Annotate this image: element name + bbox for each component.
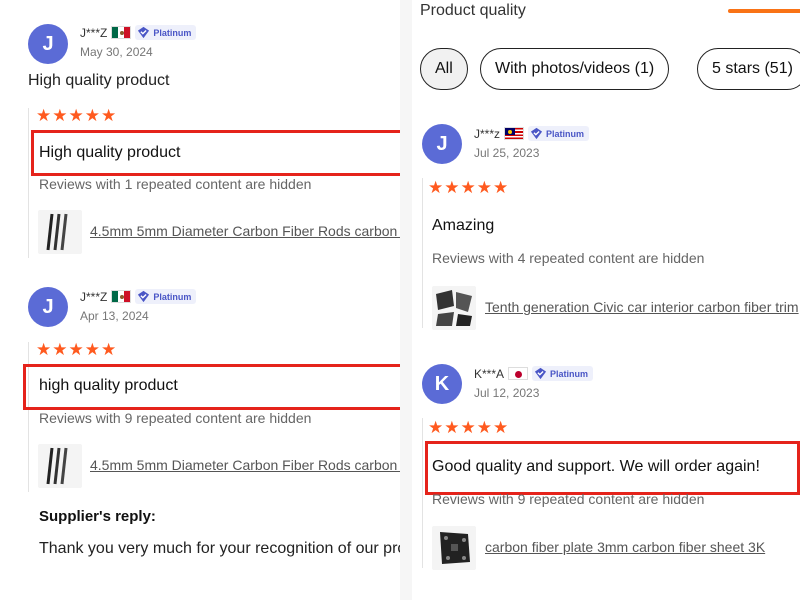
reviewer-name: K***A Platinum	[474, 366, 594, 381]
left-review-panel: J J***Z Platinum May 30, 2024 High quali…	[0, 0, 400, 600]
filter-photos-chip[interactable]: With photos/videos (1)	[480, 48, 670, 90]
review-headline: High quality product	[28, 72, 170, 89]
divider	[28, 108, 29, 258]
hidden-reviews-note: Reviews with 1 repeated content are hidd…	[39, 176, 312, 192]
mexico-flag-icon	[111, 290, 132, 303]
review-date: Jul 12, 2023	[474, 386, 540, 400]
product-link[interactable]: carbon fiber plate 3mm carbon fiber shee…	[485, 539, 765, 555]
platinum-badge: Platinum	[135, 25, 197, 40]
reviewer-name: J***Z Platinum	[80, 289, 197, 304]
japan-flag-icon	[508, 367, 529, 380]
review-date: May 30, 2024	[80, 45, 153, 59]
avatar: J	[28, 24, 68, 64]
review-text: Good quality and support. We will order …	[432, 458, 760, 475]
hidden-reviews-note: Reviews with 9 repeated content are hidd…	[432, 491, 705, 507]
panel-gap	[400, 0, 412, 600]
reviewer-name-text: K***A	[474, 366, 505, 381]
supplier-reply-text: Thank you very much for your recognition…	[39, 540, 400, 557]
reviewer-name: J***Z Platinum	[80, 25, 197, 40]
malaysia-flag-icon	[504, 127, 525, 140]
star-rating: ★★★★★	[428, 418, 510, 437]
product-thumbnail[interactable]	[432, 526, 476, 570]
divider	[422, 418, 423, 568]
reviewer-name-text: J***z	[474, 126, 501, 141]
hidden-reviews-note: Reviews with 9 repeated content are hidd…	[39, 410, 312, 426]
car-trim-image	[436, 290, 472, 326]
divider	[422, 178, 423, 328]
platinum-badge: Platinum	[532, 366, 594, 381]
product-thumbnail[interactable]	[432, 286, 476, 330]
platinum-badge: Platinum	[135, 289, 197, 304]
reviewer-name-text: J***Z	[80, 25, 108, 40]
rating-bar	[728, 9, 800, 13]
review-date: Jul 25, 2023	[474, 146, 540, 160]
avatar: J	[422, 124, 462, 164]
supplier-reply-label: Supplier's reply:	[39, 508, 156, 525]
avatar: K	[422, 364, 462, 404]
review-text: high quality product	[39, 377, 178, 394]
star-rating: ★★★★★	[36, 340, 118, 359]
star-rating: ★★★★★	[36, 106, 118, 125]
diamond-check-icon	[534, 367, 547, 380]
product-link[interactable]: 4.5mm 5mm Diameter Carbon Fiber Rods car…	[90, 223, 400, 239]
hidden-reviews-note: Reviews with 4 repeated content are hidd…	[432, 250, 705, 266]
review-date: Apr 13, 2024	[80, 309, 149, 323]
carbon-rods-image	[46, 447, 68, 485]
review-text: High quality product	[39, 144, 181, 161]
diamond-check-icon	[138, 26, 150, 39]
right-review-panel: Product quality All With photos/videos (…	[412, 0, 800, 600]
avatar: J	[28, 287, 68, 327]
section-title: Product quality	[420, 2, 526, 19]
filter-all-chip[interactable]: All	[420, 48, 468, 90]
mexico-flag-icon	[111, 26, 132, 39]
product-link[interactable]: Tenth generation Civic car interior carb…	[485, 299, 799, 315]
carbon-rods-image	[46, 213, 68, 251]
review-text: Amazing	[432, 217, 495, 234]
carbon-plate-image	[440, 532, 470, 564]
diamond-check-icon	[138, 290, 150, 303]
diamond-check-icon	[530, 127, 543, 140]
star-rating: ★★★★★	[428, 178, 510, 197]
reviewer-name-text: J***Z	[80, 289, 108, 304]
product-thumbnail[interactable]	[38, 444, 82, 488]
platinum-badge: Platinum	[528, 126, 590, 141]
product-link[interactable]: 4.5mm 5mm Diameter Carbon Fiber Rods car…	[90, 457, 400, 473]
product-thumbnail[interactable]	[38, 210, 82, 254]
filter-5-stars-chip[interactable]: 5 stars (51)	[697, 48, 800, 90]
reviewer-name: J***z Platinum	[474, 126, 590, 141]
